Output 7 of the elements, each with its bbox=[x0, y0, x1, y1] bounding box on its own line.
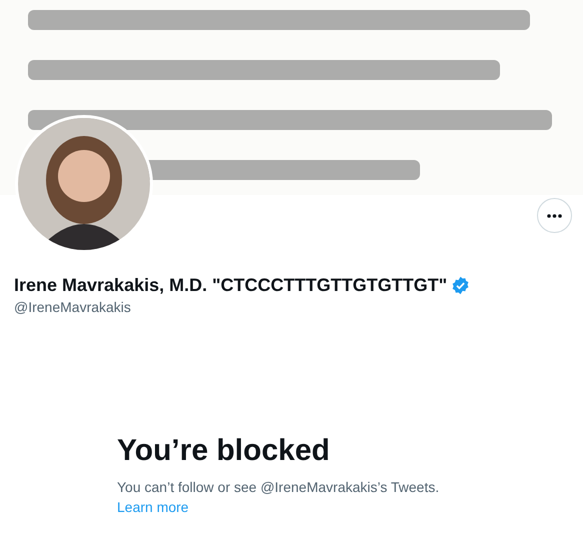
more-icon bbox=[547, 214, 562, 218]
learn-more-link[interactable]: Learn more bbox=[117, 497, 189, 517]
blocked-title: You’re blocked bbox=[117, 433, 331, 469]
profile-name: Irene Mavrakakis, M.D. "CTCCCTTTGTTGTGTTGT" bbox=[14, 274, 448, 297]
profile-handle: @IreneMavrakakis bbox=[14, 298, 132, 317]
blocked-message: You can’t follow or see @IreneMavrakakis’s Tweets. bbox=[117, 478, 440, 497]
more-button[interactable] bbox=[537, 198, 572, 233]
